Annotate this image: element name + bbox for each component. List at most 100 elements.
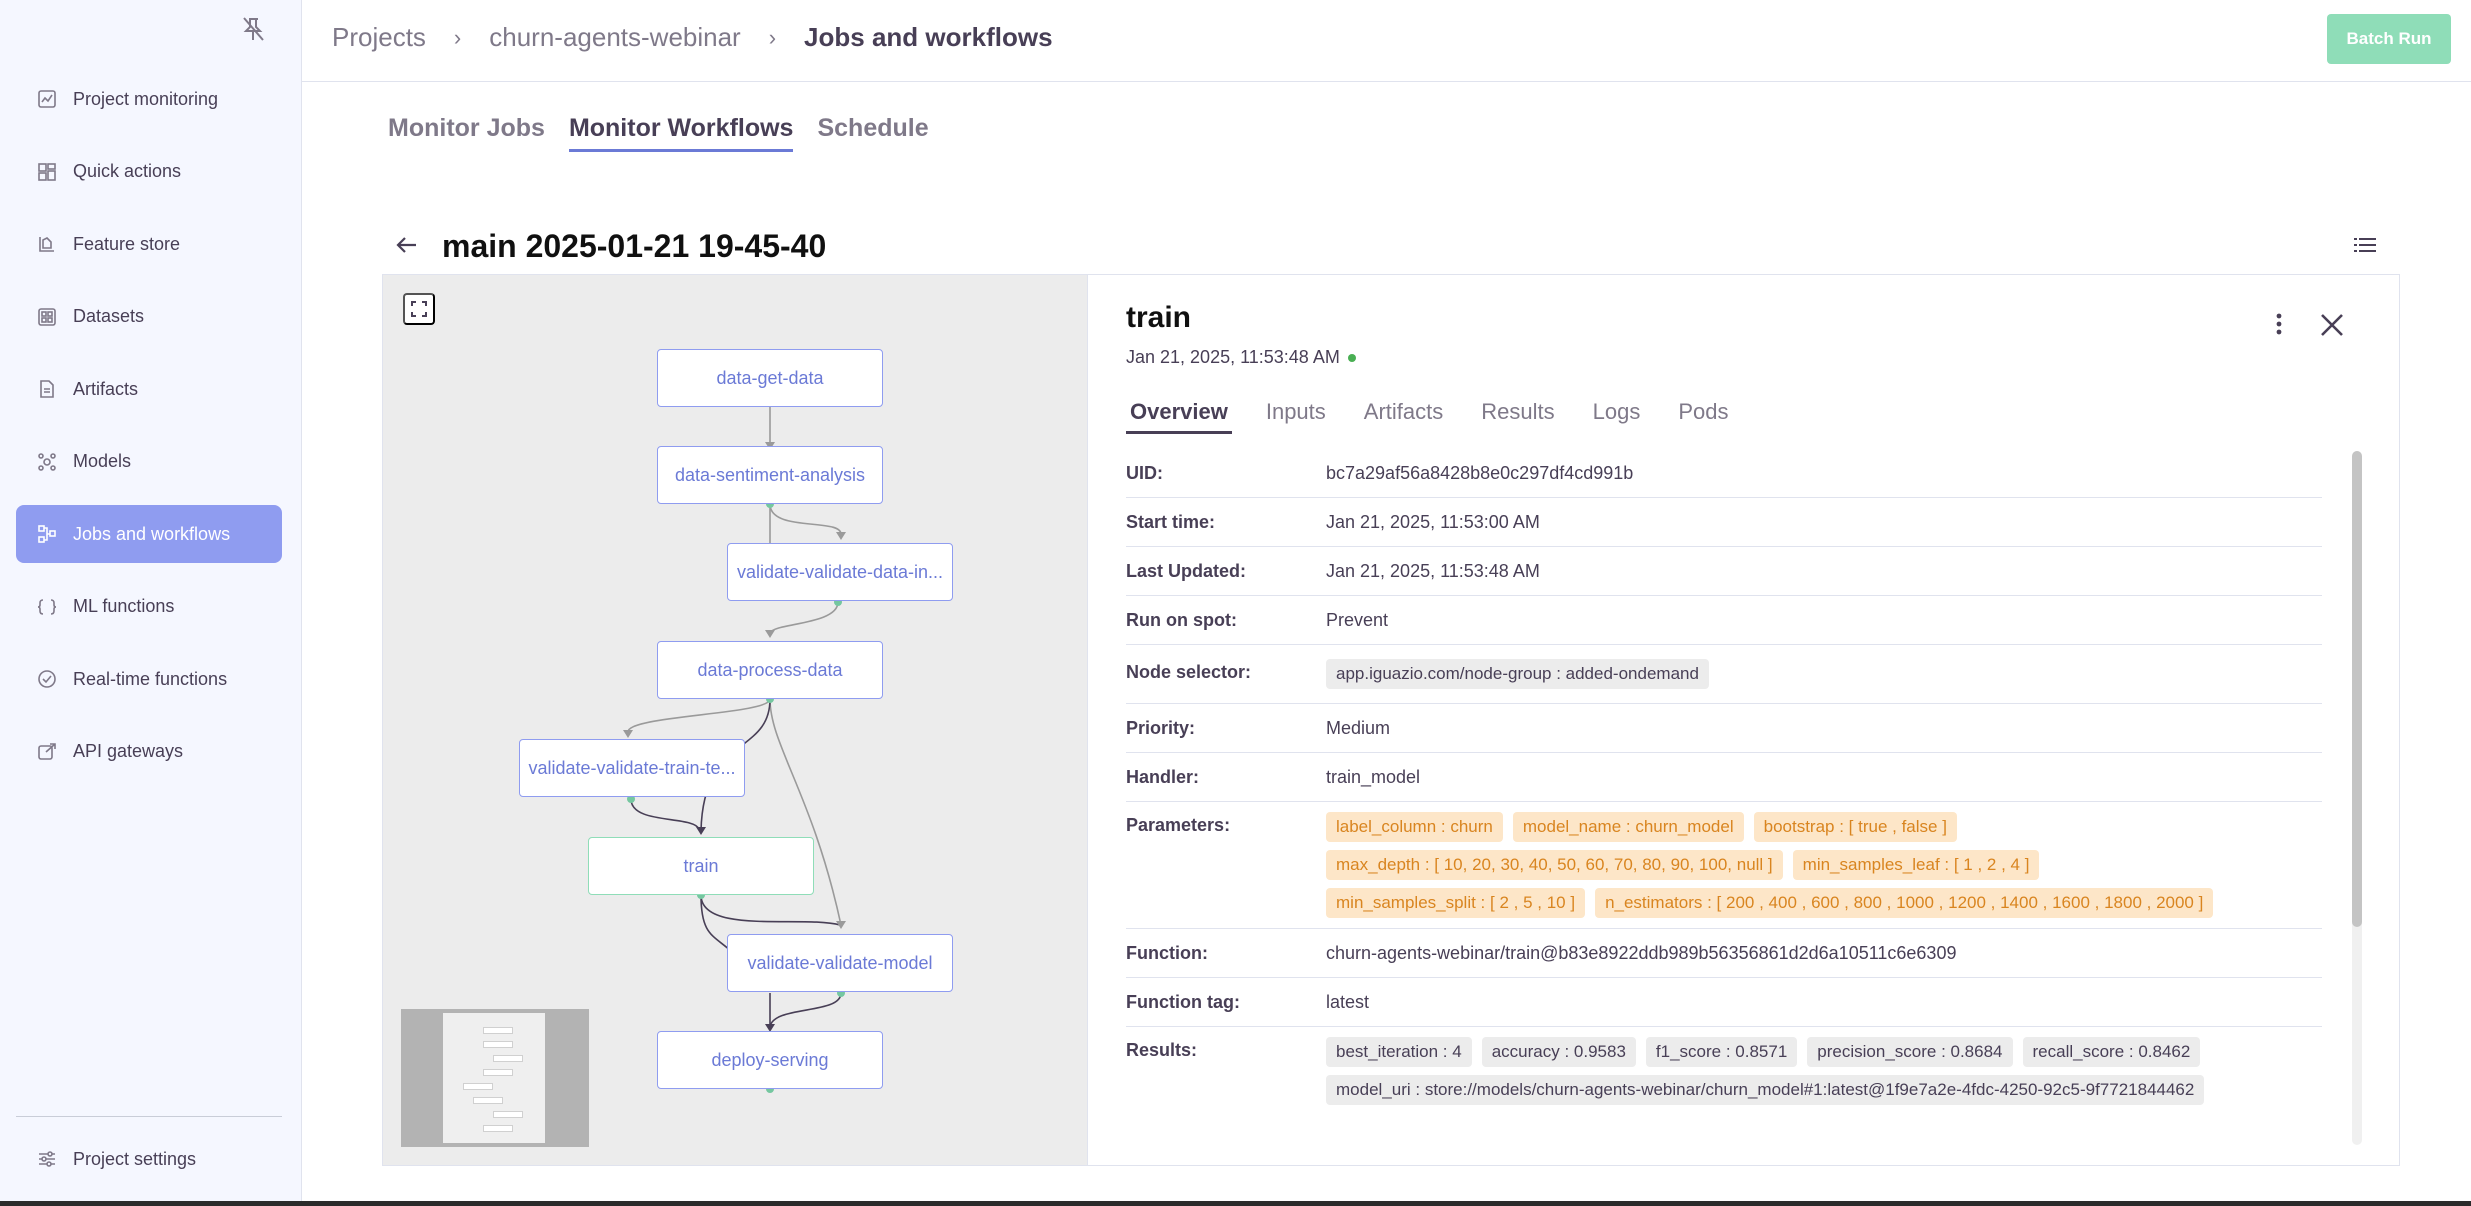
row-last-updated: Last Updated: Jan 21, 2025, 11:53:48 AM [1126,547,2322,596]
workflow-node[interactable]: data-get-data [657,349,883,407]
row-function-tag: Function tag: latest [1126,978,2322,1027]
sidebar-item-quick-actions[interactable]: Quick actions [16,143,282,201]
sidebar-item-label: ML functions [73,596,175,616]
parameter-chip: model_name : churn_model [1512,812,1744,842]
breadcrumb-project[interactable]: churn-agents-webinar [489,22,740,53]
page-tabs: Monitor Jobs Monitor Workflows Schedule [388,114,953,152]
row-label: Start time: [1126,512,1216,532]
row-value: Medium [1326,718,1391,738]
realtime-functions-icon [36,668,58,690]
job-date-text: Jan 21, 2025, 11:53:48 AM [1126,347,1340,367]
monitoring-icon [36,88,58,110]
row-label: Last Updated: [1126,561,1247,581]
list-view-icon[interactable] [2354,236,2376,254]
row-label: Function: [1126,943,1208,963]
workflow-node[interactable]: data-sentiment-analysis [657,446,883,504]
job-date: Jan 21, 2025, 11:53:48 AM [1126,347,1356,368]
sidebar-item-label: Project monitoring [73,88,219,109]
sidebar-item-project-monitoring[interactable]: Project monitoring [16,70,282,128]
row-value: Jan 21, 2025, 11:53:00 AM [1326,512,1540,532]
row-label: Results: [1126,1040,1198,1060]
sidebar-item-api-gateways[interactable]: API gateways [16,723,282,781]
sidebar-item-project-settings[interactable]: Project settings [16,1130,282,1188]
minimap-node [483,1069,513,1076]
sidebar-item-models[interactable]: Models [16,433,282,491]
workflow-node[interactable]: validate-validate-train-te... [519,739,745,797]
row-function: Function: churn-agents-webinar/train@b83… [1126,929,2322,978]
tab-artifacts[interactable]: Artifacts [1360,399,1447,434]
details-tabs: Overview Inputs Artifacts Results Logs P… [1126,399,1762,434]
row-value: app.iguazio.com/node-group : added-ondem… [1326,659,1709,689]
row-value: bc7a29af56a8428b8e0c297df4cd991b [1326,463,1634,483]
row-label: Priority: [1126,718,1196,738]
jobs-icon [36,523,58,545]
node-selector-chip: app.iguazio.com/node-group : added-ondem… [1326,659,1709,689]
overview-table: UID: bc7a29af56a8428b8e0c297df4cd991b St… [1126,449,2322,1115]
row-run-on-spot: Run on spot: Prevent [1126,596,2322,645]
chevron-right-icon: › [453,24,462,50]
status-dot-icon [1347,353,1356,362]
workflow-node[interactable]: data-process-data [657,641,883,699]
row-parameters: Parameters: label_column : churn model_n… [1126,802,2322,929]
graph-minimap[interactable] [401,1009,589,1147]
breadcrumb-current: Jobs and workflows [804,22,1053,52]
workflow-node[interactable]: validate-validate-model [727,934,953,992]
batch-run-button[interactable]: Batch Run [2327,14,2451,64]
tab-inputs[interactable]: Inputs [1262,399,1330,434]
back-arrow-icon[interactable] [392,230,422,260]
result-chip: accuracy : 0.9583 [1481,1037,1636,1067]
sidebar-item-realtime-functions[interactable]: Real-time functions [16,650,282,708]
parameter-chip: n_estimators : [ 200 , 400 , 600 , 800 ,… [1595,888,2214,918]
row-results: Results: best_iteration : 4 accuracy : 0… [1126,1027,2322,1115]
sidebar-nav: Project monitoring Quick actions Feature… [16,70,282,795]
sidebar: Project monitoring Quick actions Feature… [0,0,302,1206]
parameter-chip: min_samples_split : [ 2 , 5 , 10 ] [1326,888,1586,918]
row-value: latest [1326,992,1370,1012]
parameter-chip: min_samples_leaf : [ 1 , 2 , 4 ] [1792,850,2040,880]
sidebar-item-datasets[interactable]: Datasets [16,288,282,346]
details-scrollbar-thumb[interactable] [2352,451,2362,927]
breadcrumb-projects[interactable]: Projects [332,22,426,53]
row-label: Handler: [1126,767,1200,787]
sidebar-item-label: Datasets [73,306,145,326]
chevron-right-icon: › [768,24,777,50]
sidebar-item-label: API gateways [73,741,184,761]
tab-pods[interactable]: Pods [1674,399,1732,434]
parameter-chip: label_column : churn [1326,812,1503,842]
close-icon[interactable] [2318,311,2346,339]
row-label: Parameters: [1126,815,1231,835]
sidebar-item-artifacts[interactable]: Artifacts [16,360,282,418]
tab-schedule[interactable]: Schedule [817,114,928,152]
row-value: Jan 21, 2025, 11:53:48 AM [1326,561,1540,581]
minimap-node [493,1055,523,1062]
sidebar-item-label: Jobs and workflows [73,523,231,544]
workflow-node-selected[interactable]: train [588,837,814,895]
row-label: Node selector: [1126,662,1252,682]
workflow-node[interactable]: validate-validate-data-in... [727,543,953,601]
fullscreen-icon[interactable] [403,293,435,325]
more-actions-icon[interactable] [2274,311,2284,337]
settings-sliders-icon [36,1148,58,1170]
result-chip: model_uri : store://models/churn-agents-… [1326,1075,2205,1105]
result-chip: best_iteration : 4 [1326,1037,1472,1067]
sidebar-item-feature-store[interactable]: Feature store [16,215,282,273]
tab-monitor-jobs[interactable]: Monitor Jobs [388,114,545,152]
sidebar-item-ml-functions[interactable]: ML functions [16,578,282,636]
tab-logs[interactable]: Logs [1589,399,1645,434]
workflow-node[interactable]: deploy-serving [657,1031,883,1089]
job-details-panel: train Jan 21, 2025, 11:53:48 AM Overview… [1088,274,2400,1166]
sidebar-item-jobs-and-workflows[interactable]: Jobs and workflows [16,505,282,563]
tab-results[interactable]: Results [1477,399,1558,434]
sidebar-item-label: Real-time functions [73,668,228,689]
window-bottom-edge [0,1201,2471,1206]
result-chip: recall_score : 0.8462 [2022,1037,2201,1067]
minimap-node [483,1027,513,1034]
workflow-title: main 2025-01-21 19-45-40 [442,228,827,264]
unpin-icon[interactable] [238,14,268,44]
tab-overview[interactable]: Overview [1126,399,1232,434]
function-link[interactable]: churn-agents-webinar/train@b83e8922ddb98… [1326,940,1956,966]
tab-monitor-workflows[interactable]: Monitor Workflows [568,114,794,152]
row-label: Function tag: [1126,992,1240,1012]
breadcrumb: Projects › churn-agents-webinar › Jobs a… [332,22,1053,53]
workflow-graph[interactable]: data-get-data data-sentiment-analysis va… [382,274,1088,1166]
